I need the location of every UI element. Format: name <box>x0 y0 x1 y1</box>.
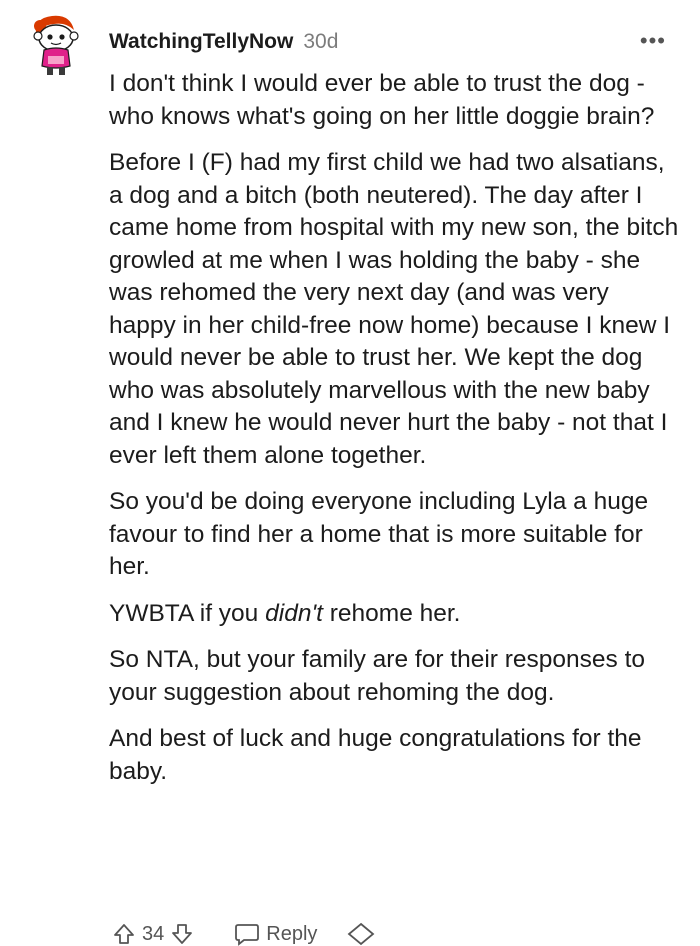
comment-card: WatchingTellyNow 30d ••• I don't think I… <box>0 0 700 946</box>
comment-age: 30d <box>303 30 339 53</box>
snoo-avatar-icon[interactable] <box>26 12 86 78</box>
comment-meta: WatchingTellyNow 30d <box>109 30 338 54</box>
vote-count: 34 <box>142 922 165 945</box>
reply-label: Reply <box>266 922 318 945</box>
comment-paragraph-3: So you'd be doing everyone including Lyl… <box>109 488 649 580</box>
comment-body: I don't think I would ever be able to tr… <box>109 68 679 802</box>
comment-actions: 34 Reply <box>112 922 375 946</box>
vote-group: 34 <box>112 922 194 946</box>
comment-paragraph-4: YWBTA if you didn't rehome her. <box>109 598 679 631</box>
p4-italic: didn't <box>265 599 323 627</box>
comment-paragraph-1: I don't think I would ever be able to tr… <box>109 70 655 130</box>
reply-button[interactable]: Reply <box>234 922 317 946</box>
award-button[interactable] <box>347 922 375 946</box>
username-link[interactable]: WatchingTellyNow <box>109 30 293 54</box>
chat-bubble-icon <box>235 924 260 946</box>
comment-paragraph-2: Before I (F) had my first child we had t… <box>109 149 679 469</box>
p4-before: YWBTA if you <box>109 599 266 627</box>
comment-paragraph-6: And best of luck and huge congratulation… <box>109 725 642 785</box>
downvote-arrow-icon[interactable] <box>170 922 194 946</box>
upvote-arrow-icon[interactable] <box>112 922 136 946</box>
award-icon <box>347 922 375 946</box>
comment-paragraph-5: So NTA, but your family are for their re… <box>109 646 646 706</box>
p4-after: rehome her. <box>322 599 461 627</box>
more-options-icon[interactable]: ••• <box>640 30 666 52</box>
